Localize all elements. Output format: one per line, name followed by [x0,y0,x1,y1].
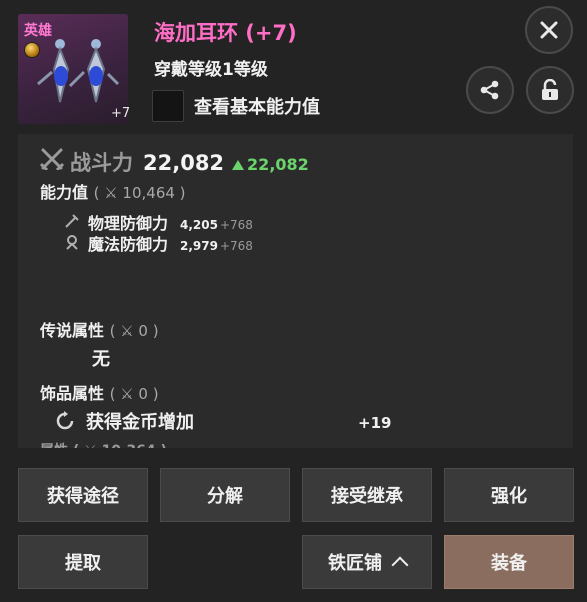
lock-button[interactable] [526,66,574,114]
gold-gain-value: +19 [358,414,392,432]
combat-power-value: 22,082 [143,151,225,175]
increase-arrow-icon [232,160,245,170]
combat-delta-value: 22,082 [247,155,309,174]
item-name: 海加耳环 (+7) [154,21,297,45]
physical-defense-icon [65,214,79,228]
legend-attr-none: 无 [92,349,110,370]
item-detail-panel: 英雄 +7 海加耳环 (+7) 穿戴等级1等级 查看基本能力值 战斗力 22,0… [0,0,587,602]
cut-off-attr-text: 属性 ( ⚔ 10,364 ) [40,440,167,448]
disassemble-button[interactable]: 分解 [160,468,290,522]
close-icon [540,21,558,39]
accessory-attr-header: 饰品属性 ( ⚔ 0 ) [40,380,159,404]
stat-bonus: +768 [219,239,253,253]
blacksmith-label: 铁匠铺 [328,553,382,574]
plus-level: +7 [111,106,131,121]
inherit-button[interactable]: 接受继承 [302,468,432,522]
legend-attr-value: ( ⚔ 0 ) [109,322,159,340]
legend-attr-label: 传说属性 [40,321,105,340]
accessory-attr-value: ( ⚔ 0 ) [109,385,159,403]
magic-defense-icon [66,235,78,250]
extract-button[interactable]: 提取 [18,535,148,589]
stat-row-magic-defense: 魔法防御力 2,979 +768 [64,231,253,255]
legend-attr-header: 传说属性 ( ⚔ 0 ) [40,317,159,341]
gold-gain-row: 获得金币增加 [54,408,194,434]
accessory-attr-label: 饰品属性 [40,384,105,403]
abilities-header: 能力值 ( ⚔ 10,464 ) [40,179,186,203]
chevron-up-icon [391,556,409,574]
refresh-icon [56,411,74,430]
gold-gain-label: 获得金币增加 [86,412,194,433]
stats-panel[interactable]: 战斗力 22,082 22,082 能力值 ( ⚔ 10,464 ) 物理防御力… [18,134,573,448]
abilities-label: 能力值 [40,183,89,202]
combat-power-delta: 22,082 [232,155,309,174]
enhance-button[interactable]: 强化 [444,468,574,522]
view-basic-label: 查看基本能力值 [194,97,320,118]
abilities-value: ( ⚔ 10,464 ) [93,184,186,202]
close-button[interactable] [525,6,573,54]
stat-name: 魔法防御力 [88,235,169,254]
acquire-route-button[interactable]: 获得途径 [18,468,148,522]
combat-power-label: 战斗力 [70,151,133,175]
blacksmith-button[interactable]: 铁匠铺 [302,535,432,589]
stat-value: 2,979 [180,239,218,253]
share-button[interactable] [466,66,514,114]
crossed-swords-icon [40,148,64,170]
combat-power-row: 战斗力 22,082 22,082 [40,147,309,177]
equip-level: 穿戴等级1等级 [154,60,268,80]
stat-bonus: +768 [219,218,253,232]
share-icon [480,80,499,100]
view-basic-checkbox[interactable] [152,90,184,122]
equip-button[interactable]: 装备 [444,535,574,589]
unlock-icon [542,79,558,100]
stat-value: 4,205 [180,218,218,232]
